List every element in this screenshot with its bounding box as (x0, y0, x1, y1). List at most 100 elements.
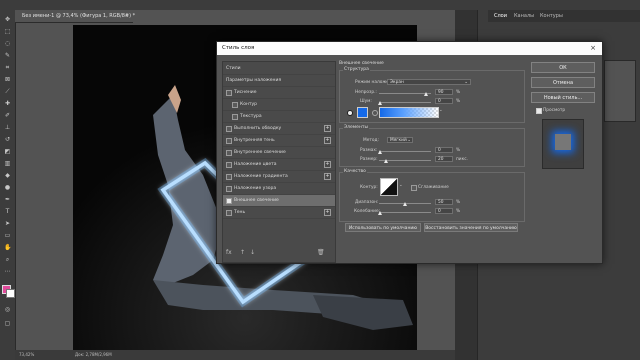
move-down-icon[interactable]: ↓ (250, 249, 255, 256)
zoom-level[interactable]: 73,42% (19, 352, 34, 357)
dialog-titlebar[interactable]: Стиль слоя × (217, 42, 602, 55)
size-slider-knob[interactable] (384, 159, 388, 163)
add-style-icon[interactable]: + (324, 125, 331, 132)
noise-slider[interactable] (379, 102, 431, 103)
style-item[interactable]: Наложение узора (223, 183, 335, 195)
reset-default-button[interactable]: Восстановить значения по умолчанию (424, 223, 518, 232)
type-tool-icon[interactable]: T (4, 208, 11, 215)
blend-mode-select[interactable]: Экран ⌄ (387, 79, 471, 85)
chevron-down-icon[interactable]: ⌄ (439, 108, 443, 113)
spread-slider-knob[interactable] (378, 150, 382, 154)
style-item[interactable]: Контур (223, 99, 335, 111)
glow-color-swatch[interactable] (357, 107, 368, 118)
chevron-down-icon[interactable]: ⌄ (399, 183, 403, 188)
method-select[interactable]: Мягкий ⌄ (387, 137, 413, 143)
blur-tool-icon[interactable]: ◆ (4, 172, 11, 179)
jitter-field[interactable]: 0 (435, 208, 453, 214)
fx-icon[interactable]: fx (226, 249, 232, 256)
make-default-button[interactable]: Использовать по умолчанию (345, 223, 421, 232)
tab-layers[interactable]: Слои (494, 13, 507, 19)
styles-footer: fx ↑ ↓ 🗑 (222, 247, 334, 259)
style-checkbox[interactable] (226, 150, 232, 156)
gradient-tool-icon[interactable]: ▥ (4, 160, 11, 167)
range-field[interactable]: 50 (435, 199, 453, 205)
size-field[interactable]: 20 (435, 156, 453, 162)
marquee-tool-icon[interactable]: ⬚ (4, 28, 11, 35)
antialias-checkbox[interactable] (411, 185, 417, 191)
quick-select-tool-icon[interactable]: ✎ (4, 52, 11, 59)
shape-tool-icon[interactable]: ▭ (4, 232, 11, 239)
tab-paths[interactable]: Контуры (540, 13, 563, 19)
style-item[interactable]: Внутреннее свечение (223, 147, 335, 159)
noise-slider-knob[interactable] (378, 101, 382, 105)
document-tab[interactable]: Без имени-1 @ 73,4% (Фигура 1, RGB/8#) *… (15, 10, 135, 23)
more-tools-icon[interactable]: ⋯ (4, 268, 11, 275)
style-item[interactable]: Внутренняя тень + (223, 135, 335, 147)
style-checkbox[interactable] (226, 126, 232, 132)
new-style-button[interactable]: Новый стиль... (531, 92, 595, 103)
color-radio[interactable] (347, 110, 353, 116)
gradient-radio[interactable] (372, 110, 378, 116)
style-checkbox[interactable] (226, 138, 232, 144)
style-checkbox[interactable] (226, 162, 232, 168)
style-checkbox[interactable] (226, 198, 232, 204)
history-brush-icon[interactable]: ↺ (4, 136, 11, 143)
add-style-icon[interactable]: + (324, 161, 331, 168)
glow-gradient-picker[interactable] (379, 107, 439, 118)
healing-brush-icon[interactable]: ✚ (4, 100, 11, 107)
stamp-tool-icon[interactable]: ⊥ (4, 124, 11, 131)
ok-button[interactable]: ОК (531, 62, 595, 73)
move-up-icon[interactable]: ↑ (240, 249, 245, 256)
move-tool-icon[interactable]: ✥ (4, 16, 11, 23)
style-checkbox[interactable] (226, 186, 232, 192)
cancel-button[interactable]: Отмена (531, 77, 595, 88)
noise-field[interactable]: 0 (435, 98, 453, 104)
preview-checkbox[interactable] (536, 108, 542, 114)
style-item[interactable]: Тиснение (223, 87, 335, 99)
background-color-swatch[interactable] (6, 289, 15, 298)
zoom-tool-icon[interactable]: ⌕ (4, 256, 11, 263)
screen-mode-icon[interactable]: ▢ (4, 320, 11, 327)
style-item[interactable]: Внешнее свечение (223, 195, 335, 207)
opacity-slider-knob[interactable] (424, 92, 428, 96)
dodge-tool-icon[interactable]: ● (4, 184, 11, 191)
close-icon[interactable]: × (590, 44, 596, 52)
eraser-tool-icon[interactable]: ◩ (4, 148, 11, 155)
style-item[interactable]: Тень + (223, 207, 335, 219)
close-tab-icon[interactable]: × (125, 13, 129, 19)
eyedropper-tool-icon[interactable]: ⟋ (4, 88, 11, 95)
style-item[interactable]: Стили (223, 63, 335, 75)
style-checkbox[interactable] (232, 114, 238, 120)
add-style-icon[interactable]: + (324, 173, 331, 180)
style-item[interactable]: Выполнить обводку + (223, 123, 335, 135)
frame-tool-icon[interactable]: ⊠ (4, 76, 11, 83)
path-select-icon[interactable]: ➤ (4, 220, 11, 227)
style-checkbox[interactable] (226, 210, 232, 216)
style-item[interactable]: Наложение градиента + (223, 171, 335, 183)
style-item[interactable]: Наложение цвета + (223, 159, 335, 171)
style-item[interactable]: Текстура (223, 111, 335, 123)
style-item[interactable]: Параметры наложения (223, 75, 335, 87)
spread-label: Размах: (360, 148, 378, 153)
contour-picker[interactable] (380, 178, 398, 196)
pen-tool-icon[interactable]: ✒ (4, 196, 11, 203)
lasso-tool-icon[interactable]: ◌ (4, 40, 11, 47)
style-checkbox[interactable] (232, 102, 238, 108)
quick-mask-icon[interactable]: ◎ (4, 306, 11, 313)
style-checkbox[interactable] (226, 174, 232, 180)
brush-tool-icon[interactable]: ✐ (4, 112, 11, 119)
add-style-icon[interactable]: + (324, 137, 331, 144)
trash-icon[interactable]: 🗑 (317, 249, 325, 256)
jitter-slider-knob[interactable] (378, 211, 382, 215)
range-slider-knob[interactable] (403, 202, 407, 206)
opacity-field[interactable]: 90 (435, 89, 453, 95)
spread-field[interactable]: 0 (435, 147, 453, 153)
spread-slider[interactable] (379, 151, 431, 152)
hand-tool-icon[interactable]: ✋ (4, 244, 11, 251)
crop-tool-icon[interactable]: ⌗ (4, 64, 11, 71)
style-checkbox[interactable] (226, 90, 232, 96)
jitter-slider[interactable] (379, 212, 431, 213)
add-style-icon[interactable]: + (324, 209, 331, 216)
style-item-label: Наложение цвета (234, 162, 277, 167)
tab-channels[interactable]: Каналы (514, 13, 534, 19)
